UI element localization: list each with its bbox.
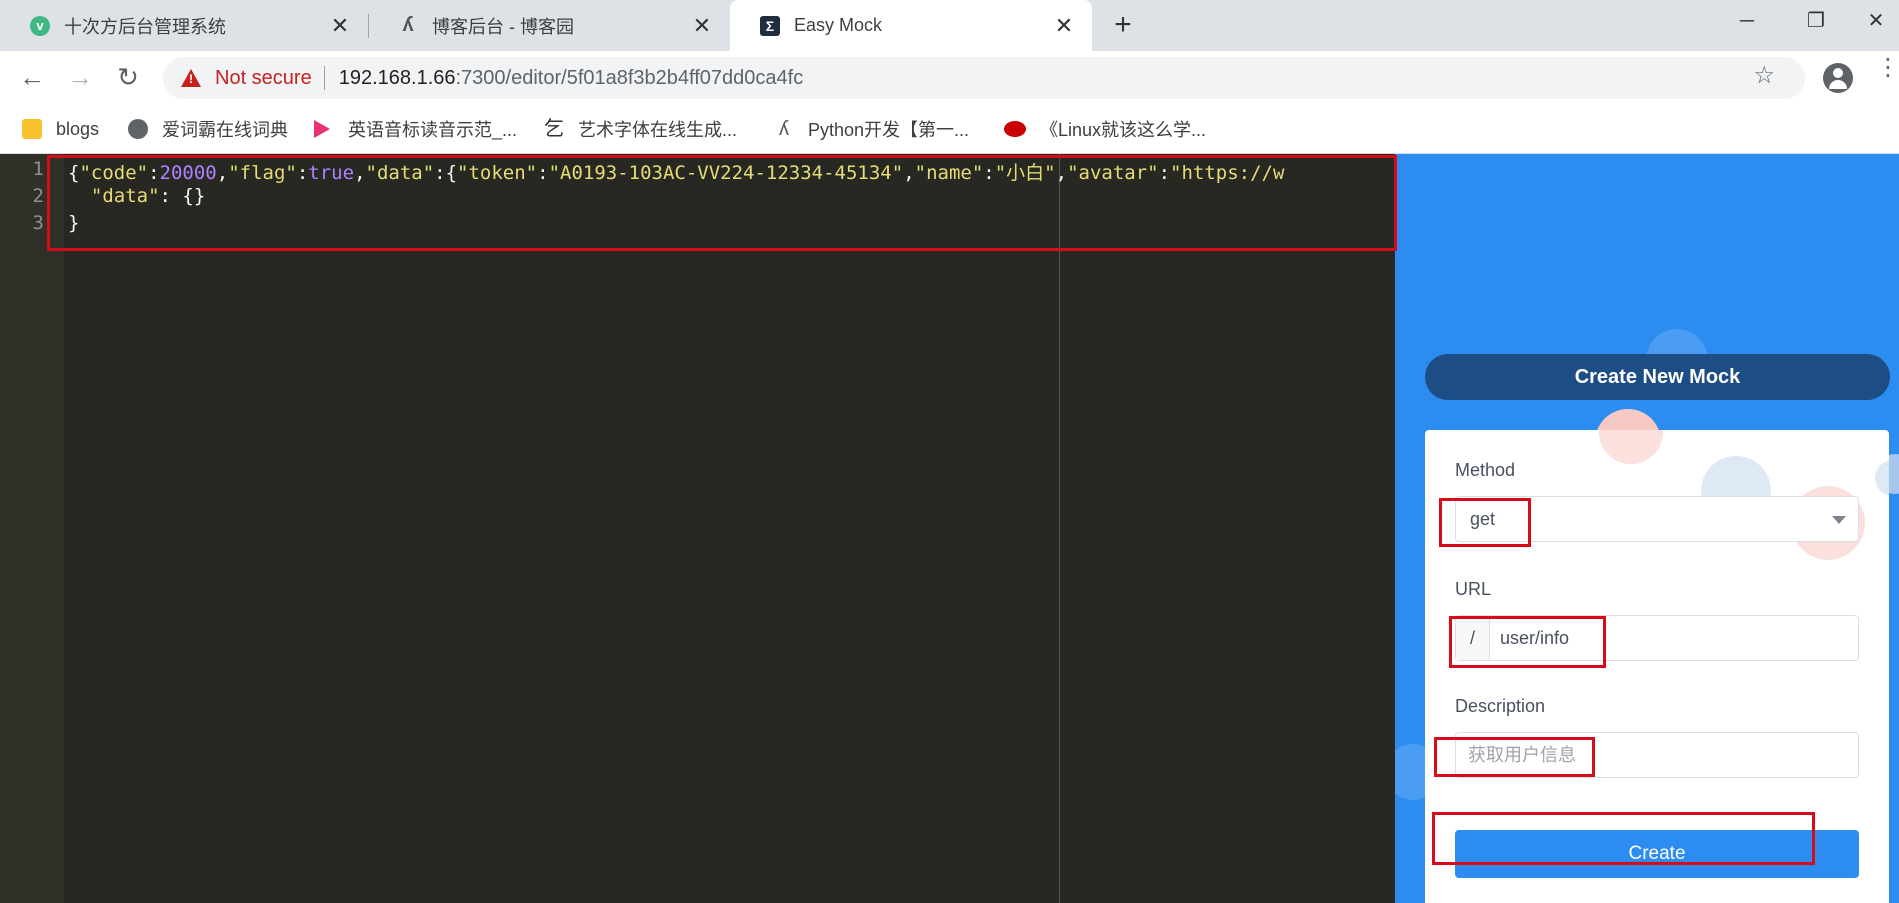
bookmark-python[interactable]: ʎ Python开发【第一... (774, 116, 969, 142)
method-label: Method (1455, 460, 1516, 480)
bookmark-phonetics[interactable]: 英语音标读音示范_... (314, 116, 517, 142)
divider (323, 66, 325, 90)
bookmark-blogs[interactable]: blogs (22, 116, 99, 142)
close-icon[interactable]: ✕ (690, 13, 714, 39)
url-prefix: / (1456, 616, 1490, 660)
url-input[interactable]: user/info (1490, 616, 1858, 660)
line-number: 3 (32, 212, 44, 234)
window-close-icon[interactable]: ✕ (1856, 6, 1896, 36)
description-input[interactable]: 获取用户信息 (1455, 732, 1859, 778)
bookmark-art-font[interactable]: 乞 艺术字体在线生成... (544, 116, 737, 142)
code-line-3: } (68, 212, 80, 234)
url-label: URL (1455, 579, 1492, 599)
minimize-icon[interactable]: ─ (1727, 6, 1767, 36)
url-field[interactable]: / user/info (1455, 615, 1859, 661)
tab-easy-mock[interactable]: Σ Easy Mock ✕ (730, 0, 1092, 51)
tab-cnblogs[interactable]: ʎ 博客后台 - 博客园 ✕ (368, 0, 730, 51)
tab-strip: v 十次方后台管理系统 ✕ ʎ 博客后台 - 博客园 ✕ Σ Easy Mock… (0, 0, 1899, 51)
code-line-1: {"code":20000,"flag":true,"data":{"token… (68, 162, 1285, 184)
redhat-icon (1004, 121, 1026, 137)
url-host: 192.168.1.66 (338, 66, 456, 89)
method-value: get (1470, 509, 1496, 529)
bookmarks-bar: blogs 爱词霸在线词典 英语音标读音示范_... 乞 艺术字体在线生成...… (0, 106, 1899, 154)
folder-icon (22, 119, 42, 139)
create-mock-panel: Create New Mock Method get URL / user/in… (1395, 154, 1899, 903)
new-tab-button[interactable]: + (1106, 8, 1140, 42)
line-number: 1 (32, 158, 44, 180)
tab-title: Easy Mock (794, 15, 883, 35)
bookmark-label: 爱词霸在线词典 (162, 120, 288, 140)
bookmark-star-icon[interactable]: ☆ (1753, 61, 1775, 90)
back-icon[interactable]: ← (14, 59, 50, 95)
description-label: Description (1455, 696, 1546, 716)
chevron-down-icon (1832, 516, 1846, 524)
cnblogs-icon: ʎ (402, 14, 414, 36)
tab-title: 博客后台 - 博客园 (432, 16, 574, 37)
forward-icon[interactable]: → (62, 59, 98, 95)
menu-icon[interactable]: ⋮ (1876, 56, 1899, 93)
print-margin (1059, 154, 1060, 903)
address-bar[interactable]: Not secure 192.168.1.66 :7300/editor/5f0… (163, 57, 1805, 99)
cnblogs-icon: ʎ (779, 118, 789, 140)
bookmark-label: 英语音标读音示范_... (348, 120, 518, 140)
bookmark-label: Python开发【第一... (808, 120, 970, 140)
bookmark-label: blogs (56, 118, 100, 139)
decorative-bubble (1599, 430, 1663, 464)
bookmark-label: 《Linux就该这么学... (1040, 120, 1207, 140)
easy-mock-icon: Σ (760, 15, 780, 36)
code-editor[interactable]: 1 2 3 {"code":20000,"flag":true,"data":{… (0, 154, 1395, 903)
profile-avatar-icon[interactable] (1823, 63, 1853, 93)
close-icon[interactable]: ✕ (328, 13, 352, 39)
bookmark-label: 艺术字体在线生成... (578, 120, 738, 140)
globe-icon (128, 119, 148, 139)
line-number: 2 (32, 185, 44, 207)
method-select[interactable]: get (1455, 496, 1859, 542)
art-icon: 乞 (544, 118, 564, 140)
bookmark-linux[interactable]: 《Linux就该这么学... (1004, 116, 1206, 142)
browser-toolbar: ← → ↻ Not secure 192.168.1.66 :7300/edit… (0, 51, 1899, 106)
reload-icon[interactable]: ↻ (110, 59, 146, 95)
restore-icon[interactable]: ❐ (1796, 6, 1836, 36)
tab-title: 十次方后台管理系统 (64, 16, 226, 37)
create-new-mock-button[interactable]: Create New Mock (1425, 354, 1890, 400)
create-button[interactable]: Create (1455, 830, 1859, 878)
mock-form-card: Method get URL / user/info Description 获… (1425, 430, 1889, 903)
warning-icon (181, 69, 201, 87)
url-path: :7300/editor/5f01a8f3b2b4ff07dd0ca4fc (455, 66, 804, 89)
editor-gutter: 1 2 3 (0, 154, 64, 903)
bookmark-iciba[interactable]: 爱词霸在线词典 (128, 116, 288, 142)
code-line-2: "data": {} (90, 185, 206, 207)
play-icon (314, 120, 330, 138)
vue-icon: v (30, 15, 50, 36)
decorative-bubble (1875, 460, 1889, 496)
tab-shicifang[interactable]: v 十次方后台管理系统 ✕ (0, 0, 368, 51)
close-icon[interactable]: ✕ (1052, 13, 1076, 39)
security-label[interactable]: Not secure (215, 67, 312, 90)
